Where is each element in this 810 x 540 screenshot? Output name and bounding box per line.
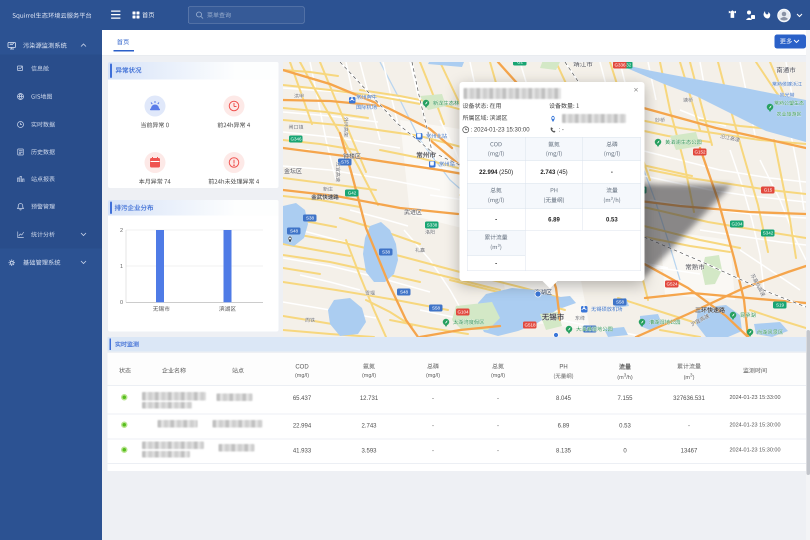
svg-text:S58: S58 [432, 306, 441, 311]
svg-text:1: 1 [120, 264, 123, 270]
svg-text:S38: S38 [382, 250, 391, 255]
svg-text:S48: S48 [400, 290, 409, 295]
svg-text:2: 2 [120, 228, 123, 234]
svg-text:S338: S338 [427, 223, 438, 228]
svg-text:S48: S48 [290, 229, 299, 234]
svg-text:0: 0 [120, 300, 123, 306]
svg-text:G524: G524 [666, 282, 678, 287]
svg-text:G518: G518 [524, 323, 536, 328]
svg-text:G204: G204 [731, 222, 743, 227]
svg-text:G152: G152 [694, 150, 706, 155]
svg-text:S19: S19 [776, 303, 785, 308]
svg-text:G42: G42 [348, 191, 357, 196]
svg-text:G15: G15 [764, 188, 773, 193]
svg-text:G346: G346 [290, 137, 302, 142]
svg-text:G336: G336 [614, 63, 626, 68]
svg-text:S38: S38 [306, 216, 315, 221]
svg-text:G104: G104 [457, 310, 469, 315]
svg-text:S58: S58 [616, 300, 625, 305]
svg-text:G2: G2 [517, 62, 524, 65]
svg-text:S342: S342 [763, 231, 774, 236]
svg-text:S75: S75 [341, 160, 350, 165]
